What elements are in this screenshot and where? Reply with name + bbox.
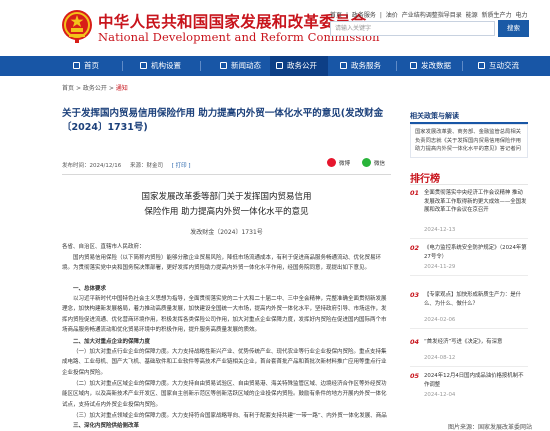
home-icon [73,62,80,69]
ranking-number: 01 [410,189,420,197]
ranking-separator [410,238,528,239]
nav-item-news[interactable]: 新闻动态 [220,56,261,76]
print-button[interactable]: [ 打印 ] [172,163,191,169]
search-input[interactable]: 请输入关键字 [330,21,495,36]
nav-item-label: 政务公开 [287,61,317,70]
site-header: 中华人民共和国国家发展和改革委员会 National Development a… [0,0,550,56]
wechat-icon [362,158,371,167]
salutation: 各省、自治区、直辖市人民政府： [62,244,145,250]
service-icon [340,62,347,69]
nav-item-data[interactable]: 发改数据 [410,56,451,76]
data-icon [410,62,417,69]
ranking-separator [410,328,528,329]
share-wechat-button[interactable]: 微信 [362,158,385,167]
breadcrumb-gov-info[interactable]: 政务公开 [83,85,107,92]
nav-item-home[interactable]: 首页 [73,56,99,76]
ranking-number: 04 [410,338,420,346]
nav-item-gov-service[interactable]: 政务服务 [340,56,381,76]
related-policy-link[interactable]: 国家发展改革委、商务部、金融监管总局相关负责同志就《关于发挥国内贸易信用保险作用… [410,124,528,158]
article-paragraph: （一）加大对重点行业企业的保障力度。大力支持战略性新兴产业、优势传统产业、现代农… [62,349,387,376]
ranking-title[interactable]: 【专家观点】加快形成新质生产力：是什么、为什么、做什么？ [424,291,528,308]
top-links: 首页 | 政务服务 | 油价 产业结构调整指导目录 能源 新质生产力 电力 [330,10,530,19]
ranking-separator [410,275,528,276]
ranking-date: 2024-12-13 [424,227,456,233]
top-link-gov-service[interactable]: 政务服务 [352,12,376,19]
nav-divider [396,61,397,71]
site-logo-chinese[interactable]: 中华人民共和国国家发展和改革委员会 [98,10,367,32]
nav-item-label: 发改数据 [421,61,451,70]
article-source: 来源：财金司 [129,163,163,169]
divider [62,174,391,175]
document-number: 发改财金〔2024〕1731号 [190,229,263,236]
ranking-divider [410,184,528,185]
section-heading: 三、深化内贸险供给侧改革 [73,423,140,429]
breadcrumb-notice[interactable]: 通知 [116,85,128,92]
related-policy-heading: 相关政策与解读 [410,112,459,120]
nav-divider [200,61,201,71]
top-link-electricity[interactable]: 电力 [516,12,528,19]
ranking-date: 2024-08-12 [424,355,456,361]
top-link-new-productivity[interactable]: 新质生产力 [482,12,512,19]
section-heading: 一、总体要求 [73,286,107,292]
breadcrumb-separator: > [75,85,81,92]
ranking-heading: 排行榜 [410,174,440,185]
section-heading: 二、加大对重点企业的保障力度 [73,339,151,345]
ranking-separator [410,366,528,367]
ranking-title[interactable]: 2024年12月4日国内成品油价格按机制不作调整 [424,372,528,389]
ranking-title[interactable]: “首发经济”写进《决定》，有深意 [424,338,528,347]
ranking-date: 2024-12-04 [424,392,456,398]
top-link-energy[interactable]: 能源 [466,12,478,19]
breadcrumb: 首页 > 政务公开 > 通知 [62,83,128,92]
document-title-line-2: 保险作用 助力提高内外贸一体化水平的意见 [144,207,309,217]
ranking-number: 05 [410,372,420,380]
nav-divider [462,61,463,71]
weibo-icon [327,158,336,167]
nav-divider [122,61,123,71]
news-icon [220,62,227,69]
breadcrumb-separator: > [108,85,114,92]
ranking-number: 02 [410,244,420,252]
article-meta: 发布时间：2024/12/16 来源：财金司 [ 打印 ] [62,161,191,169]
share-weibo-label: 微博 [339,161,351,167]
image-source-caption: 图片来源：国家发展改革委网站 [447,424,532,431]
national-emblem-icon [62,10,92,43]
top-link-home[interactable]: 首页 [330,12,342,19]
share-weibo-button[interactable]: 微博 [327,158,350,167]
top-link-industry-catalog[interactable]: 产业结构调整指导目录 [402,12,462,19]
nav-item-label: 机构设置 [151,61,181,70]
nav-item-interaction[interactable]: 互动交流 [478,56,519,76]
search-button[interactable]: 搜索 [498,20,529,37]
publish-time: 发布时间：2024/12/16 [62,163,122,169]
nav-item-gov-info[interactable]: 政务公开 [270,56,328,76]
article-paragraph: 国内贸易信用保险（以下简称内贸险）能够分散企业贸易风险，降低市场流通成本，有利于… [62,255,382,272]
ranking-number: 03 [410,291,420,299]
article-paragraph: （三）加大对重点领域企业的保障力度。大力支持符合国家战略导向、有利于配套支持共建… [73,413,387,419]
top-link-oil-price[interactable]: 油价 [386,12,398,19]
main-nav: 首页 机构设置 新闻动态 政务公开 政务服务 发改数据 互动交流 [0,56,550,76]
gov-info-icon [276,62,283,69]
ranking-title[interactable]: 《电力监控系统安全防护规定》（2024年第27号令） [424,244,528,261]
document-title-line-1: 国家发展改革委等部门关于发挥国内贸易信用 [141,192,312,202]
nav-item-organization[interactable]: 机构设置 [140,56,181,76]
article-paragraph: （二）加大对重点区域企业的保障力度。大力支持自由贸易试验区、自由贸易港、海关特殊… [62,381,387,408]
nav-item-label: 首页 [84,61,99,70]
breadcrumb-home[interactable]: 首页 [62,85,74,92]
article-paragraph: 以习近平新时代中国特色社会主义思想为指导，全面贯彻落实党的二十大和二十届二中、三… [62,296,387,334]
ranking-title[interactable]: 全面贯彻落实中央经济工作会议精神 推动发展改革工作取得新的更大成效——全国发展和… [424,189,528,215]
nav-item-label: 政务服务 [351,61,381,70]
ranking-date: 2024-11-29 [424,264,456,270]
ranking-date: 2024-02-06 [424,317,456,323]
top-link-divider: | [379,12,382,19]
nav-item-label: 互动交流 [489,61,519,70]
page-title: 关于发挥国内贸易信用保险作用 助力提高内外贸一体化水平的意见(发改财金〔2024… [62,108,384,133]
org-icon [140,62,147,69]
nav-item-label: 新闻动态 [231,61,261,70]
top-link-divider: | [345,12,348,19]
share-wechat-label: 微信 [374,161,386,167]
chat-icon [478,62,485,69]
